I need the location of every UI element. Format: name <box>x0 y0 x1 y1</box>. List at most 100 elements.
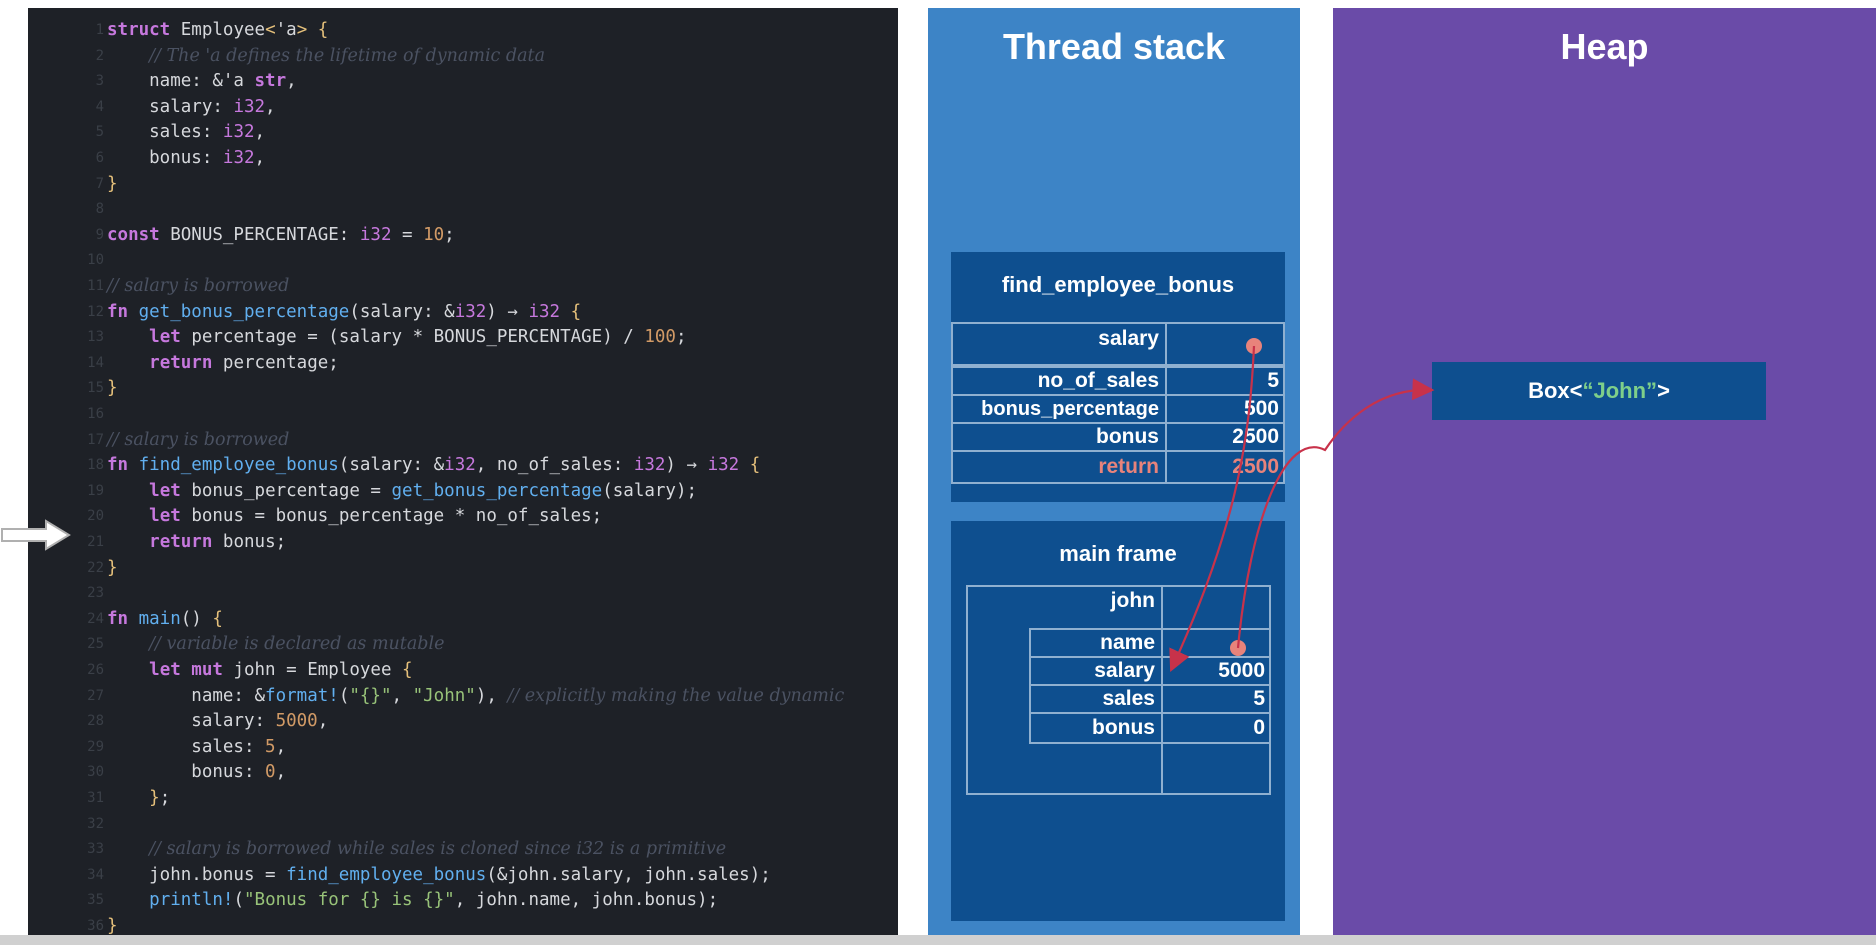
code-text: let percentage = (salary * BONUS_PERCENT… <box>107 325 687 350</box>
code-token: ( <box>233 890 244 911</box>
code-text: // salary is borrowed <box>107 428 289 453</box>
code-token: (salary: & <box>349 301 455 322</box>
line-number: 6 <box>95 150 104 166</box>
code-text: } <box>107 376 118 401</box>
main-row-value: 5000 <box>1218 659 1265 682</box>
code-line: 27 name: &format!("{}", "John"), // expl… <box>28 684 898 709</box>
line-number: 10 <box>87 252 104 269</box>
code-token: } <box>107 378 118 399</box>
line-number: 15 <box>87 380 104 397</box>
code-token: 10 <box>423 224 445 245</box>
main-row-label: bonus <box>1092 716 1155 739</box>
line-number: 1 <box>95 22 104 38</box>
code-token: , <box>391 685 413 706</box>
heap-box-prefix: Box< <box>1528 378 1583 403</box>
code-token: (salary); <box>602 480 698 501</box>
code-text: // salary is borrowed <box>107 274 289 299</box>
code-line: 32 <box>28 812 898 837</box>
code-token: i32 <box>222 148 255 168</box>
code-token: } <box>149 788 160 808</box>
code-token: get_bonus_percentage <box>391 480 603 501</box>
code-token: i32 <box>444 455 476 476</box>
code-text: sales: i32, <box>107 120 265 145</box>
code-token: } <box>107 173 118 194</box>
main-frame-title: main frame <box>1059 541 1177 566</box>
code-token: const <box>107 224 171 245</box>
code-token: struct <box>107 20 181 40</box>
code-text: name: &format!("{}", "John"), // explici… <box>107 684 844 709</box>
code-token: println! <box>149 890 234 911</box>
line-number: 12 <box>87 303 104 320</box>
line-number: 17 <box>87 431 104 448</box>
code-token: > <box>296 20 308 40</box>
find-row-value-return: 2500 <box>1232 455 1279 478</box>
main-row-label: salary <box>1094 659 1155 682</box>
code-token: ; <box>159 788 171 808</box>
code-token: , <box>254 148 266 168</box>
code-token: find_employee_bonus <box>138 455 339 476</box>
code-text: const BONUS_PERCENTAGE: i32 = 10; <box>107 223 455 248</box>
code-line: 7} <box>28 172 898 197</box>
main-row-label: sales <box>1102 687 1155 710</box>
code-text: salary: i32, <box>107 95 276 120</box>
code-line: 24 fn main() { <box>28 607 898 632</box>
thread-stack-title: Thread stack <box>1002 26 1226 67</box>
code-text: } <box>107 556 118 581</box>
code-token: ( <box>338 685 350 706</box>
code-token: ; <box>675 327 687 348</box>
line-number: 16 <box>87 406 104 422</box>
code-token: 'a <box>275 20 297 40</box>
find-row-value: 500 <box>1243 397 1279 420</box>
code-token: BONUS_PERCENTAGE: <box>170 224 360 245</box>
code-token: ) → <box>665 455 708 476</box>
heap-box-value: “John” <box>1582 378 1658 403</box>
heap-title: Heap <box>1560 26 1649 67</box>
code-line: 8 <box>28 197 898 222</box>
line-number: 14 <box>87 354 104 371</box>
code-line: 30 bonus: 0, <box>28 760 898 785</box>
code-token: get_bonus_percentage <box>138 301 350 322</box>
code-line: 13 let percentage = (salary * BONUS_PERC… <box>28 325 898 350</box>
code-line: 17// salary is borrowed <box>28 428 898 453</box>
code-line: 22} <box>28 556 898 581</box>
line-number: 30 <box>87 764 104 781</box>
code-token: percentage; <box>222 352 339 373</box>
code-text: println!("Bonus for {} is {}", john.name… <box>107 888 718 913</box>
line-number: 18 <box>87 457 104 474</box>
code-line: 29 sales: 5, <box>28 735 898 760</box>
line-number: 19 <box>87 482 104 499</box>
main-row-box <box>1161 628 1271 658</box>
code-token: i32 <box>359 224 392 245</box>
code-token: ; <box>444 224 455 245</box>
code-line: 3 name: &'a str, <box>28 69 898 94</box>
john-var-label: john <box>1110 589 1155 612</box>
code-token: // The 'a defines the lifetime of dynami… <box>149 45 545 66</box>
code-token: bonus = bonus_percentage * no_of_sales; <box>191 506 603 527</box>
line-number: 25 <box>87 636 104 653</box>
find-row-label: bonus_percentage <box>981 398 1159 420</box>
code-token: , <box>265 96 276 117</box>
code-token: fn <box>107 608 139 629</box>
main-row-value: 5 <box>1253 687 1265 710</box>
code-text: } <box>107 172 118 197</box>
heap-panel: Heap <box>1333 8 1876 945</box>
code-line: 25 // variable is declared as mutable <box>28 632 898 657</box>
code-token: str <box>254 71 287 92</box>
code-text: }; <box>107 786 170 811</box>
code-token: main <box>138 608 181 629</box>
code-line: 34 john.bonus = find_employee_bonus(&joh… <box>28 863 898 888</box>
code-token: i32 <box>707 455 740 476</box>
code-line: 15} <box>28 376 898 401</box>
code-line: 10 <box>28 248 898 273</box>
code-token: bonus: <box>107 148 223 168</box>
code-text: fn get_bonus_percentage(salary: &i32) → … <box>107 300 581 325</box>
line-number: 23 <box>87 585 104 602</box>
code-token: // salary is borrowed <box>107 276 290 296</box>
main-row-label: name <box>1100 631 1155 654</box>
